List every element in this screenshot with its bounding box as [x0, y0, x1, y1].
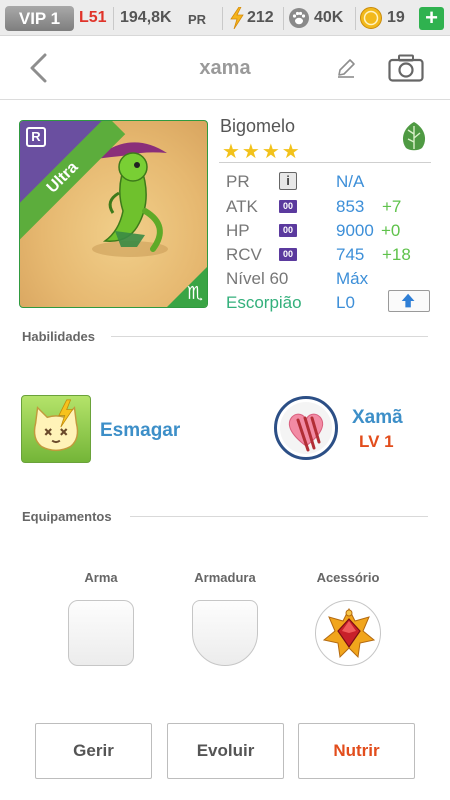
add-currency-button[interactable]: +	[419, 7, 444, 30]
stat-label-hp: HP	[226, 221, 250, 240]
stat-label-rcv: RCV	[226, 245, 262, 264]
stat-tag-hp: 00	[279, 224, 297, 237]
divider	[283, 7, 284, 30]
stat-value-hp: 9000	[336, 221, 374, 240]
stat-bonus-rcv: +18	[382, 245, 411, 264]
status-bar: VIP 1 L51 194,8K PR 212 40K 19 +	[0, 0, 450, 36]
paws-value: 40K	[314, 9, 344, 26]
stat-bonus-atk: +7	[382, 197, 402, 216]
edit-icon[interactable]	[335, 57, 357, 79]
leaf-icon	[402, 122, 426, 151]
scorpio-icon: ♏	[186, 283, 203, 303]
stat-value-atk: 853	[336, 197, 365, 216]
stat-value-pr: N/A	[336, 172, 365, 191]
divider	[355, 7, 356, 30]
level-label: Nível 60	[226, 269, 289, 288]
coins-value: 19	[387, 9, 405, 26]
star-rating: ★★★★	[222, 141, 302, 163]
stat-label-atk: ATK	[226, 197, 258, 216]
abilities-title: Habilidades	[22, 329, 95, 344]
player-level: L51	[79, 9, 107, 26]
stat-bonus-hp: +0	[381, 221, 401, 240]
energy-bolt-icon	[230, 7, 244, 29]
monster-name: Bigomelo	[220, 116, 296, 136]
monster-portrait[interactable]: R Ultra ♏	[19, 120, 208, 308]
energy-value: 212	[247, 9, 274, 26]
equipment-divider	[130, 516, 428, 517]
abilities-divider	[111, 336, 428, 337]
upgrade-button[interactable]	[388, 290, 430, 312]
stat-tag-atk: 00	[279, 200, 297, 213]
vip-badge[interactable]: VIP 1	[5, 6, 74, 31]
leader-skill-name[interactable]: Xamã	[352, 407, 403, 429]
feed-button[interactable]: Nutrir	[298, 723, 415, 779]
cat-face-icon	[33, 399, 79, 452]
stat-value-rcv: 745	[336, 245, 365, 264]
heart-claw-icon[interactable]	[274, 396, 338, 460]
red-gem-icon	[322, 607, 376, 659]
divider	[222, 7, 223, 30]
coin-icon	[360, 7, 382, 29]
zodiac-label: Escorpião	[226, 293, 302, 312]
power-value: 194,8K	[120, 9, 172, 26]
page-title: xama	[199, 57, 251, 79]
stat-label-pr: PR	[226, 172, 250, 191]
stat-tag-rcv: 00	[279, 248, 297, 261]
name-divider	[219, 162, 431, 163]
info-icon[interactable]: i	[279, 172, 297, 190]
manage-button[interactable]: Gerir	[35, 723, 152, 779]
armor-slot[interactable]	[192, 600, 258, 666]
equipment-title: Equipamentos	[22, 509, 112, 524]
armor-label: Armadura	[194, 570, 256, 585]
weapon-slot[interactable]	[68, 600, 134, 666]
weapon-label: Arma	[84, 570, 118, 585]
skill-icon[interactable]	[21, 395, 91, 463]
divider	[113, 7, 114, 30]
level-value: Máx	[336, 269, 369, 288]
zodiac-level: L0	[336, 293, 355, 312]
paw-icon	[289, 8, 309, 28]
nav-bar: xama	[0, 36, 450, 100]
skill-name[interactable]: Esmagar	[100, 420, 180, 442]
camera-icon[interactable]	[388, 54, 424, 82]
evolve-button[interactable]: Evoluir	[167, 723, 284, 779]
power-unit: PR	[188, 12, 207, 27]
accessory-slot[interactable]	[315, 600, 381, 666]
leader-skill-level: LV 1	[359, 432, 394, 451]
rarity-badge: R	[26, 127, 46, 147]
arrow-up-icon	[401, 293, 415, 308]
accessory-label: Acessório	[316, 570, 380, 585]
